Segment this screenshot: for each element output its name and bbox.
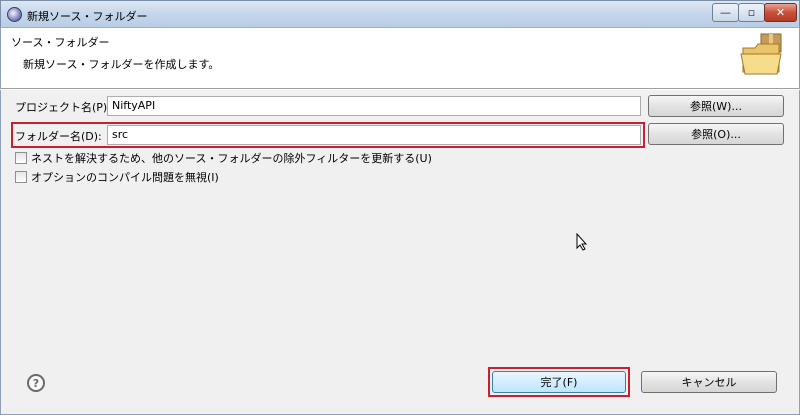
eclipse-app-icon [7,7,22,22]
folder-icon [740,33,782,75]
update-exclusion-checkbox[interactable] [15,152,27,164]
folder-name-label: フォルダー名(D): [15,130,102,143]
project-name-label: プロジェクト名(P): [15,101,111,114]
close-button[interactable]: ✕ [764,3,797,22]
minimize-button[interactable]: — [712,3,739,22]
banner-title: ソース・フォルダー [11,36,110,49]
project-browse-button[interactable]: 参照(W)... [648,95,784,117]
ignore-compile-checkbox[interactable] [15,171,27,183]
wizard-content: プロジェクト名(P): NiftyAPI 参照(W)... フォルダー名(D):… [0,90,800,415]
close-icon: ✕ [775,6,786,19]
maximize-icon: ▫ [747,6,756,19]
ignore-compile-option[interactable]: オプションのコンパイル問題を無視(I) [15,169,219,185]
minimize-icon: — [720,6,731,19]
mouse-cursor-icon [576,233,588,251]
project-name-field[interactable]: NiftyAPI [107,96,641,116]
cancel-button[interactable]: キャンセル [641,371,777,393]
folder-name-field[interactable]: src [107,125,641,145]
title-bar: 新規ソース・フォルダー — ▫ ✕ [0,0,800,28]
window-title: 新規ソース・フォルダー [27,10,148,23]
update-exclusion-label: ネストを解決するため、他のソース・フォルダーの除外フィルターを更新する(U) [31,152,432,165]
banner-description: 新規ソース・フォルダーを作成します。 [23,58,220,71]
finish-button[interactable]: 完了(F) [492,371,626,393]
update-exclusion-option[interactable]: ネストを解決するため、他のソース・フォルダーの除外フィルターを更新する(U) [15,150,432,166]
wizard-banner: ソース・フォルダー 新規ソース・フォルダーを作成します。 [0,28,800,88]
help-icon[interactable]: ? [27,374,45,392]
folder-browse-button[interactable]: 参照(O)... [648,123,784,145]
ignore-compile-label: オプションのコンパイル問題を無視(I) [31,171,219,184]
maximize-button[interactable]: ▫ [738,3,765,22]
